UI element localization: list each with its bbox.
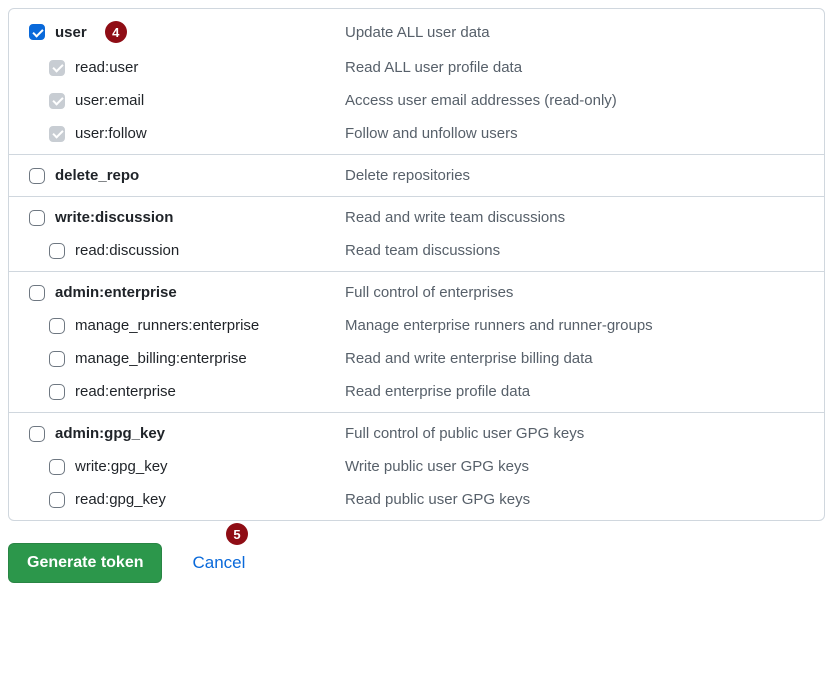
scope-row-write-gpg: write:gpg_key Write public user GPG keys: [9, 450, 824, 483]
scope-row-user: user 4 Update ALL user data: [9, 9, 824, 51]
scope-row-admin-enterprise: admin:enterprise Full control of enterpr…: [9, 272, 824, 309]
scope-label: manage_runners:enterprise: [75, 317, 259, 334]
scope-label: write:discussion: [55, 209, 173, 226]
scope-desc: Full control of public user GPG keys: [345, 425, 824, 442]
scope-label: user:email: [75, 92, 144, 109]
scope-table: user 4 Update ALL user data read:user Re…: [8, 8, 825, 521]
scope-row-read-gpg: read:gpg_key Read public user GPG keys: [9, 483, 824, 520]
scope-row-read-enterprise: read:enterprise Read enterprise profile …: [9, 375, 824, 412]
scope-desc: Follow and unfollow users: [345, 125, 824, 142]
checkbox-read-enterprise[interactable]: [49, 384, 65, 400]
scope-label: read:enterprise: [75, 383, 176, 400]
scope-group-delete-repo: delete_repo Delete repositories: [9, 155, 824, 197]
scope-group-user: user 4 Update ALL user data read:user Re…: [9, 9, 824, 155]
checkbox-admin-enterprise[interactable]: [29, 285, 45, 301]
scope-label: user:follow: [75, 125, 147, 142]
scope-group-write-discussion: write:discussion Read and write team dis…: [9, 197, 824, 272]
scope-desc: Read enterprise profile data: [345, 383, 824, 400]
scope-row-read-discussion: read:discussion Read team discussions: [9, 234, 824, 271]
annotation-badge-4: 4: [105, 21, 127, 43]
generate-token-button[interactable]: Generate token: [8, 543, 162, 583]
scope-label: admin:enterprise: [55, 284, 177, 301]
scope-desc: Delete repositories: [345, 167, 824, 184]
scope-row-admin-gpg: admin:gpg_key Full control of public use…: [9, 413, 824, 450]
scope-row-read-user: read:user Read ALL user profile data: [9, 51, 824, 84]
scope-row-delete-repo: delete_repo Delete repositories: [9, 155, 824, 196]
checkbox-read-discussion[interactable]: [49, 243, 65, 259]
annotation-badge-5: 5: [226, 523, 248, 545]
scope-group-admin-enterprise: admin:enterprise Full control of enterpr…: [9, 272, 824, 413]
cancel-link[interactable]: Cancel: [192, 553, 245, 573]
checkbox-user-email[interactable]: [49, 93, 65, 109]
scope-desc: Read and write enterprise billing data: [345, 350, 824, 367]
scope-row-manage-billing: manage_billing:enterprise Read and write…: [9, 342, 824, 375]
checkbox-manage-runners[interactable]: [49, 318, 65, 334]
scope-row-user-follow: user:follow Follow and unfollow users: [9, 117, 824, 154]
scope-desc: Manage enterprise runners and runner-gro…: [345, 317, 824, 334]
scope-row-manage-runners: manage_runners:enterprise Manage enterpr…: [9, 309, 824, 342]
scope-desc: Write public user GPG keys: [345, 458, 824, 475]
checkbox-read-user[interactable]: [49, 60, 65, 76]
scope-label: write:gpg_key: [75, 458, 168, 475]
scope-group-admin-gpg: admin:gpg_key Full control of public use…: [9, 413, 824, 520]
scope-label: read:discussion: [75, 242, 179, 259]
scope-desc: Read ALL user profile data: [345, 59, 824, 76]
scope-desc: Access user email addresses (read-only): [345, 92, 824, 109]
checkbox-delete-repo[interactable]: [29, 168, 45, 184]
scope-label: admin:gpg_key: [55, 425, 165, 442]
scope-desc: Read team discussions: [345, 242, 824, 259]
scope-desc: Full control of enterprises: [345, 284, 824, 301]
scope-label: read:gpg_key: [75, 491, 166, 508]
scope-label: read:user: [75, 59, 138, 76]
checkbox-read-gpg[interactable]: [49, 492, 65, 508]
scope-row-write-discussion: write:discussion Read and write team dis…: [9, 197, 824, 234]
checkbox-admin-gpg[interactable]: [29, 426, 45, 442]
checkbox-write-gpg[interactable]: [49, 459, 65, 475]
checkbox-manage-billing[interactable]: [49, 351, 65, 367]
scope-label: manage_billing:enterprise: [75, 350, 247, 367]
scope-label: user: [55, 24, 87, 41]
scope-desc: Update ALL user data: [345, 24, 824, 41]
footer-actions: 5 Generate token Cancel: [8, 543, 825, 583]
checkbox-user-follow[interactable]: [49, 126, 65, 142]
checkbox-user[interactable]: [29, 24, 45, 40]
checkbox-write-discussion[interactable]: [29, 210, 45, 226]
scope-row-user-email: user:email Access user email addresses (…: [9, 84, 824, 117]
scope-desc: Read public user GPG keys: [345, 491, 824, 508]
scope-desc: Read and write team discussions: [345, 209, 824, 226]
scope-label: delete_repo: [55, 167, 139, 184]
